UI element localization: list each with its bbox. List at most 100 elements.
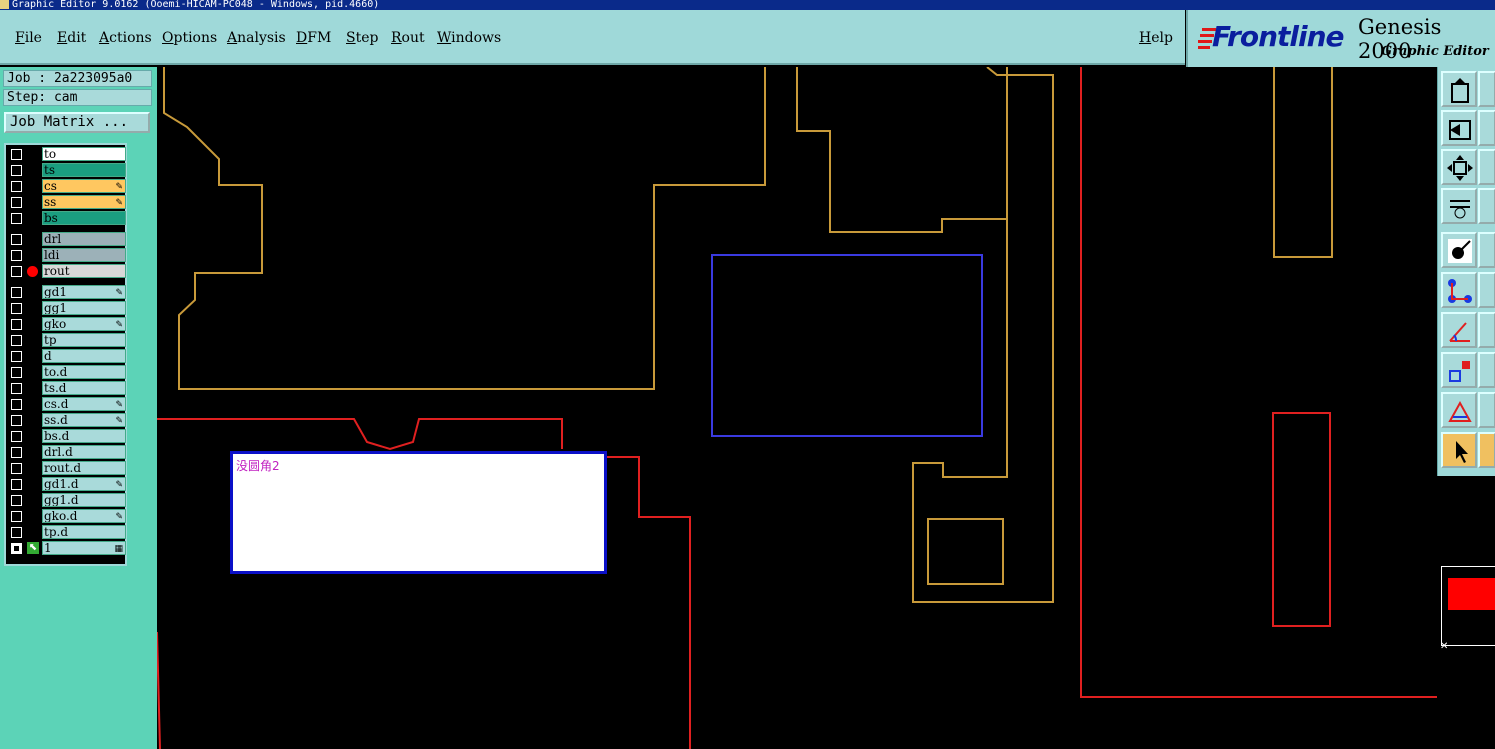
layer-checkbox[interactable] xyxy=(11,335,22,346)
layer-name[interactable]: ts.d xyxy=(42,381,126,395)
layer-row[interactable]: ldi xyxy=(8,248,127,263)
layer-name[interactable]: to.d xyxy=(42,365,126,379)
line-angle-icon[interactable] xyxy=(1441,312,1477,348)
layer-name[interactable]: drl.d xyxy=(42,445,126,459)
layer-name[interactable]: bs.d xyxy=(42,429,126,443)
layer-name[interactable]: cs.d ✎ xyxy=(42,397,126,411)
layer-checkbox[interactable] xyxy=(11,266,22,277)
layer-checkbox[interactable] xyxy=(11,165,22,176)
toolbar-extra-button[interactable] xyxy=(1478,188,1495,224)
select-feature-icon[interactable] xyxy=(1441,352,1477,388)
layer-row[interactable]: ss.d ✎ xyxy=(8,413,127,428)
layer-row[interactable]: drl xyxy=(8,232,127,247)
zoom-home-icon[interactable] xyxy=(1441,71,1477,107)
menu-windows[interactable]: Windows xyxy=(437,30,501,46)
layer-name[interactable]: gg1.d xyxy=(42,493,126,507)
layer-name[interactable]: ldi xyxy=(42,248,126,262)
layer-row[interactable]: gg1 xyxy=(8,301,127,316)
toolbar-extra-button[interactable] xyxy=(1478,71,1495,107)
layer-name[interactable]: to xyxy=(42,147,126,161)
layer-name[interactable]: bs xyxy=(42,211,126,225)
triangle-icon[interactable] xyxy=(1441,392,1477,428)
layer-checkbox[interactable] xyxy=(11,250,22,261)
toolbar-extra-button[interactable] xyxy=(1478,272,1495,308)
layer-checkbox[interactable] xyxy=(11,399,22,410)
layer-name[interactable]: drl xyxy=(42,232,126,246)
layer-name[interactable]: tp xyxy=(42,333,126,347)
menu-edit[interactable]: Edit xyxy=(57,30,86,46)
layer-row[interactable]: ⬉ 1 ▦ xyxy=(8,541,127,556)
toolbar-extra-button[interactable] xyxy=(1478,312,1495,348)
layer-row[interactable]: rout xyxy=(8,264,127,279)
layer-name[interactable]: tp.d xyxy=(42,525,126,539)
layer-name[interactable]: d xyxy=(42,349,126,363)
zoom-back-icon[interactable] xyxy=(1441,110,1477,146)
layer-checkbox[interactable] xyxy=(11,527,22,538)
toolbar-extra-button[interactable] xyxy=(1478,392,1495,428)
layer-row[interactable]: ts xyxy=(8,163,127,178)
fit-screen-icon[interactable] xyxy=(1441,149,1477,185)
layer-checkbox[interactable] xyxy=(11,367,22,378)
job-matrix-button[interactable]: Job Matrix ... xyxy=(4,112,150,133)
layer-checkbox[interactable] xyxy=(11,415,22,426)
layer-checkbox[interactable] xyxy=(11,447,22,458)
layer-row[interactable]: gd1.d ✎ xyxy=(8,477,127,492)
layer-name[interactable]: gko.d ✎ xyxy=(42,509,126,523)
measure-icon[interactable] xyxy=(1441,272,1477,308)
layer-checkbox[interactable] xyxy=(11,149,22,160)
layer-name[interactable]: ss ✎ xyxy=(42,195,126,209)
toolbar-extra-button[interactable] xyxy=(1478,149,1495,185)
layer-checkbox[interactable] xyxy=(11,495,22,506)
graphic-canvas[interactable]: 没圆角2 xyxy=(157,67,1437,749)
layer-row[interactable]: gko ✎ xyxy=(8,317,127,332)
layer-row[interactable]: rout.d xyxy=(8,461,127,476)
layer-name[interactable]: 1 ▦ xyxy=(42,541,126,555)
menu-actions[interactable]: Actions xyxy=(99,30,152,46)
menu-file[interactable]: File xyxy=(15,30,42,46)
layer-name[interactable]: gg1 xyxy=(42,301,126,315)
menu-options[interactable]: Options xyxy=(162,30,217,46)
layer-name[interactable]: gd1.d ✎ xyxy=(42,477,126,491)
layer-name[interactable]: gd1 ✎ xyxy=(42,285,126,299)
layer-row[interactable]: gg1.d xyxy=(8,493,127,508)
layer-name[interactable]: cs ✎ xyxy=(42,179,126,193)
menu-help[interactable]: Help xyxy=(1139,30,1173,46)
toolbar-extra-button[interactable] xyxy=(1478,232,1495,268)
layer-checkbox[interactable] xyxy=(11,511,22,522)
layer-row[interactable]: tp.d xyxy=(8,525,127,540)
layer-name[interactable]: ts xyxy=(42,163,126,177)
annotation-note[interactable]: 没圆角2 xyxy=(230,451,607,574)
layer-name[interactable]: rout.d xyxy=(42,461,126,475)
layer-name[interactable]: ss.d ✎ xyxy=(42,413,126,427)
layer-row[interactable]: gko.d ✎ xyxy=(8,509,127,524)
layer-row[interactable]: bs xyxy=(8,211,127,226)
toolbar-extra-button[interactable] xyxy=(1478,110,1495,146)
layer-row[interactable]: cs ✎ xyxy=(8,179,127,194)
menu-analysis[interactable]: Analysis xyxy=(227,30,286,46)
toolbar-extra-button[interactable] xyxy=(1478,352,1495,388)
layer-row[interactable]: gd1 ✎ xyxy=(8,285,127,300)
layer-checkbox[interactable] xyxy=(11,431,22,442)
layer-checkbox[interactable] xyxy=(11,479,22,490)
layer-row[interactable]: ts.d xyxy=(8,381,127,396)
layer-checkbox[interactable] xyxy=(11,543,22,554)
layer-checkbox[interactable] xyxy=(11,319,22,330)
layer-checkbox[interactable] xyxy=(11,197,22,208)
layer-row[interactable]: d xyxy=(8,349,127,364)
tools-icon[interactable] xyxy=(1441,188,1477,224)
menu-dfm[interactable]: DFM xyxy=(296,30,331,46)
snap-icon[interactable] xyxy=(1441,232,1477,268)
layer-checkbox[interactable] xyxy=(11,463,22,474)
layer-row[interactable]: to.d xyxy=(8,365,127,380)
layer-name[interactable]: rout xyxy=(42,264,126,278)
layer-row[interactable]: drl.d xyxy=(8,445,127,460)
layer-checkbox[interactable] xyxy=(11,287,22,298)
overview-minimap[interactable]: ✕ xyxy=(1437,476,1495,749)
layer-checkbox[interactable] xyxy=(11,303,22,314)
menu-rout[interactable]: Rout xyxy=(391,30,425,46)
layer-row[interactable]: cs.d ✎ xyxy=(8,397,127,412)
layer-checkbox[interactable] xyxy=(11,181,22,192)
pointer-icon[interactable] xyxy=(1441,432,1477,468)
layer-row[interactable]: to xyxy=(8,147,127,162)
layer-row[interactable]: tp xyxy=(8,333,127,348)
